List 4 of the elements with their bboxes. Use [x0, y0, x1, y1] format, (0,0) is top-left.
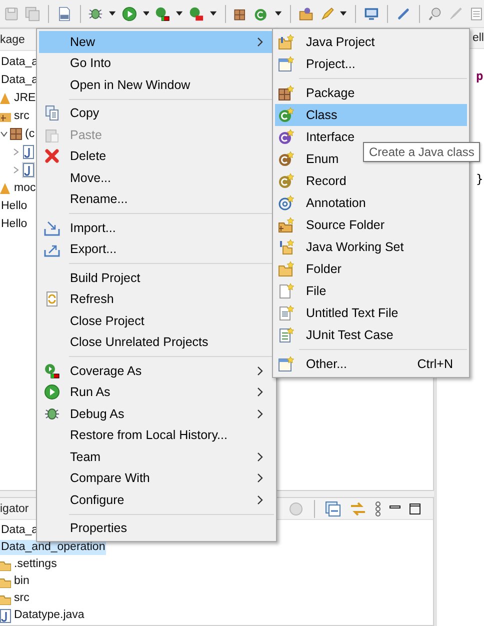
tooltip: Create a Java class — [363, 142, 480, 162]
shortcut-text: Ctrl+N — [417, 357, 453, 371]
code-line: } — [476, 171, 484, 188]
code-line: p — [476, 68, 484, 85]
